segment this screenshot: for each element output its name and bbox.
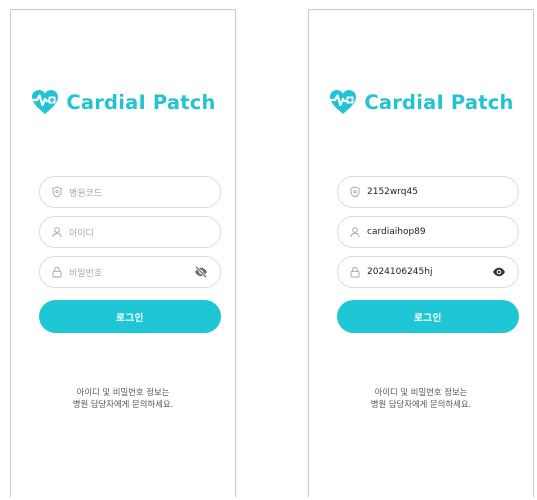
- hospital-code-placeholder: 병원코드: [69, 188, 103, 199]
- eye-icon[interactable]: [492, 265, 506, 279]
- password-value: 2024106245hj: [367, 267, 433, 277]
- logo-text: CardiaI Patch: [66, 90, 216, 114]
- user-id-input[interactable]: 아이디: [39, 216, 221, 248]
- login-screen-empty: CardiaI Patch 병원코드 아이디 비밀번호 로그인 아이디 및 비밀…: [10, 9, 236, 497]
- hospital-code-input[interactable]: 2152wrq45: [337, 176, 519, 208]
- app-logo: CardiaI Patch: [11, 88, 235, 116]
- password-input[interactable]: 비밀번호: [39, 256, 221, 288]
- login-button[interactable]: 로그인: [39, 300, 221, 333]
- logo-text: CardiaI Patch: [364, 90, 514, 114]
- shield-icon: [349, 186, 361, 198]
- lock-icon: [349, 266, 361, 278]
- login-screen-filled: CardiaI Patch 2152wrq45 cardiaihop89 202…: [308, 9, 534, 497]
- login-button[interactable]: 로그인: [337, 300, 519, 333]
- user-id-value: cardiaihop89: [367, 227, 426, 237]
- login-help-notice: 아이디 및 비밀번호 정보는 병원 담당자에게 문의하세요.: [309, 386, 533, 410]
- notice-line-1: 아이디 및 비밀번호 정보는: [76, 387, 170, 397]
- user-id-input[interactable]: cardiaihop89: [337, 216, 519, 248]
- app-logo: CardiaI Patch: [309, 88, 533, 116]
- lock-icon: [51, 266, 63, 278]
- eye-off-icon[interactable]: [194, 265, 208, 279]
- login-help-notice: 아이디 및 비밀번호 정보는 병원 담당자에게 문의하세요.: [11, 386, 235, 410]
- user-id-placeholder: 아이디: [69, 228, 94, 239]
- user-icon: [51, 226, 63, 238]
- notice-line-2: 병원 담당자에게 문의하세요.: [72, 399, 174, 409]
- shield-icon: [51, 186, 63, 198]
- notice-line-1: 아이디 및 비밀번호 정보는: [374, 387, 468, 397]
- notice-line-2: 병원 담당자에게 문의하세요.: [370, 399, 472, 409]
- hospital-code-value: 2152wrq45: [367, 187, 418, 197]
- password-placeholder: 비밀번호: [69, 268, 103, 279]
- hospital-code-input[interactable]: 병원코드: [39, 176, 221, 208]
- user-icon: [349, 226, 361, 238]
- password-input[interactable]: 2024106245hj: [337, 256, 519, 288]
- heart-logo-icon: [30, 90, 59, 114]
- heart-logo-icon: [328, 90, 357, 114]
